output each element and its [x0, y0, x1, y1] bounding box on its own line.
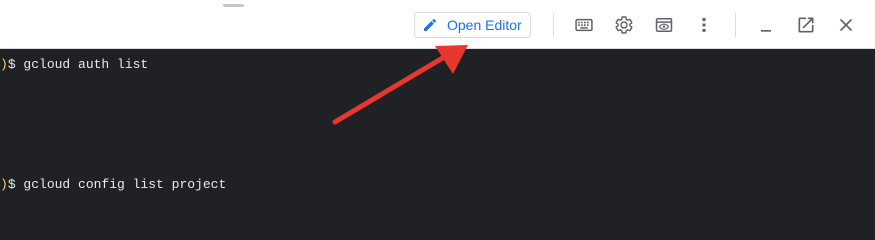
minimize-icon[interactable] — [754, 13, 778, 37]
cloud-shell-window: Open Editor)$ gcloud auth list)$ gclou… — [0, 0, 875, 240]
pencil-icon — [422, 17, 438, 33]
cloud-shell-toolbar: Open Editor — [0, 0, 875, 49]
prompt-paren: ) — [0, 57, 8, 72]
command-text: $ gcloud config list project — [7, 177, 227, 192]
close-icon[interactable] — [834, 13, 858, 37]
prompt-paren: ) — [0, 177, 8, 192]
open-editor-label: Open Editor — [447, 17, 522, 33]
toolbar-divider — [553, 13, 554, 37]
open-editor-button[interactable]: Open Editor — [414, 12, 531, 38]
command-text: $ gcloud auth list — [7, 57, 149, 72]
terminal-line: )$ gcloud config list project — [0, 177, 226, 193]
open-in-new-icon[interactable] — [794, 13, 818, 37]
terminal-line: )$ gcloud auth list — [0, 57, 148, 73]
keyboard-icon[interactable] — [572, 13, 596, 37]
terminal-pane[interactable]: )$ gcloud auth list )$ gcloud config lis… — [0, 49, 875, 240]
toolbar-divider — [735, 13, 736, 37]
web-preview-icon[interactable] — [652, 13, 676, 37]
resize-drag-handle[interactable] — [223, 4, 244, 7]
more-vert-icon[interactable] — [692, 13, 716, 37]
gear-icon[interactable] — [612, 13, 636, 37]
